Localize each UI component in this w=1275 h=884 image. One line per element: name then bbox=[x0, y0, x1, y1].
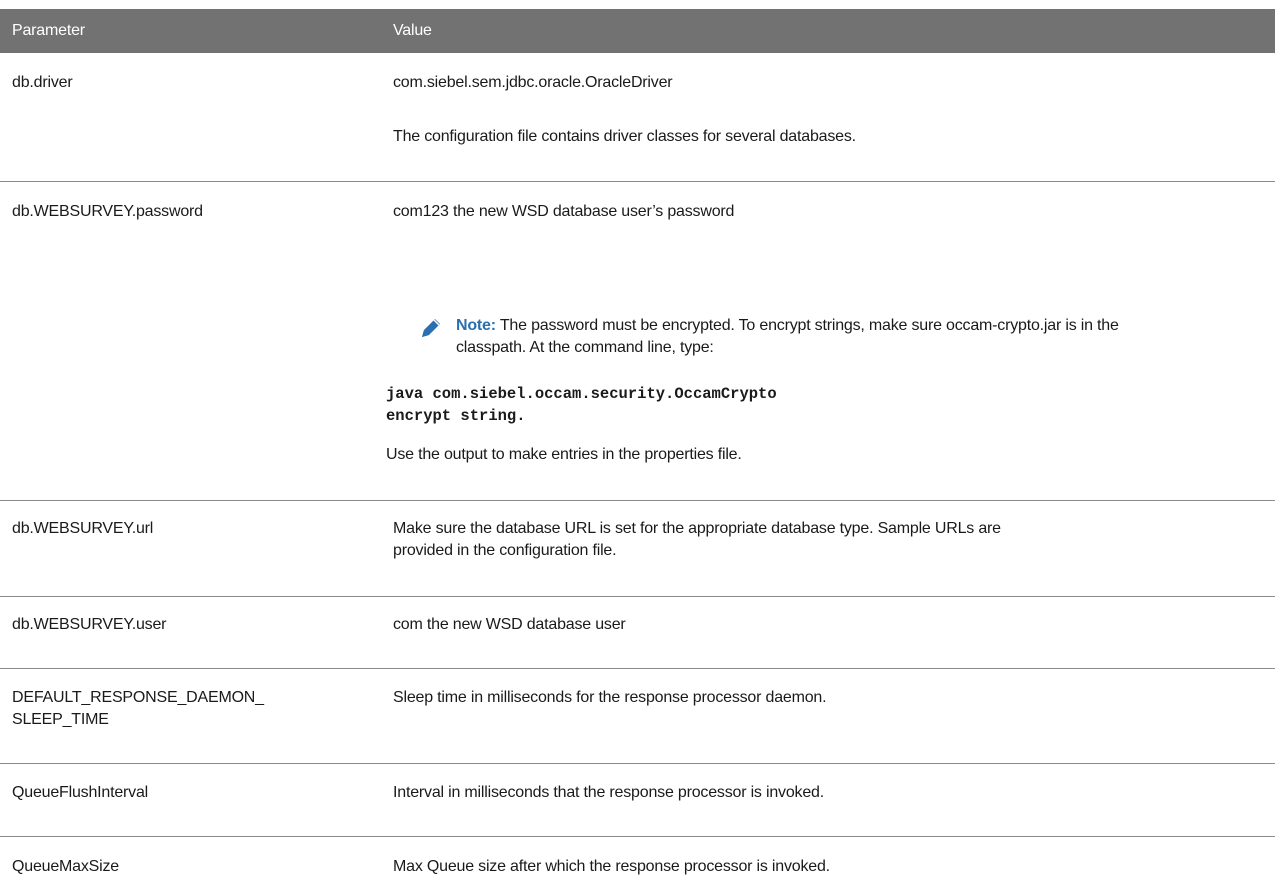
value-line: com123 the new WSD database user’s passw… bbox=[393, 203, 735, 220]
value-line: com the new WSD database user bbox=[393, 616, 626, 633]
value-line: The configuration file contains driver c… bbox=[393, 128, 856, 145]
param-db-websurvey-user: db.WEBSURVEY.user bbox=[12, 616, 167, 633]
code-line: java com.siebel.occam.security.OccamCryp… bbox=[386, 385, 777, 403]
row-divider bbox=[0, 181, 1275, 182]
param-queue-flush-interval: QueueFlushInterval bbox=[12, 784, 149, 801]
param-db-websurvey-url: db.WEBSURVEY.url bbox=[12, 520, 154, 537]
value-line: Max Queue size after which the response … bbox=[393, 858, 830, 875]
code-line: encrypt string. bbox=[386, 407, 526, 425]
row-divider bbox=[0, 596, 1275, 597]
pencil-icon bbox=[418, 315, 444, 341]
value-line: com.siebel.sem.jdbc.oracle.OracleDriver bbox=[393, 74, 673, 91]
row-divider bbox=[0, 500, 1275, 501]
table-header: Parameter Value bbox=[0, 9, 1275, 53]
value-line: Make sure the database URL is set for th… bbox=[393, 520, 1001, 559]
note-label: Note: bbox=[456, 317, 496, 334]
value-line: Interval in milliseconds that the respon… bbox=[393, 784, 824, 801]
header-value: Value bbox=[393, 22, 432, 39]
param-queue-max-size: QueueMaxSize bbox=[12, 858, 119, 875]
note-body: The password must be encrypted. To encry… bbox=[456, 317, 1119, 356]
header-parameter: Parameter bbox=[12, 22, 85, 39]
row-divider bbox=[0, 836, 1275, 837]
row-divider bbox=[0, 668, 1275, 669]
row-divider bbox=[0, 763, 1275, 764]
param-default-response-daemon-sleep-time-line1: DEFAULT_RESPONSE_DAEMON_ bbox=[12, 689, 264, 706]
note-text: Note: The password must be encrypted. To… bbox=[456, 315, 1156, 359]
param-db-driver: db.driver bbox=[12, 74, 73, 91]
value-line: Sleep time in milliseconds for the respo… bbox=[393, 689, 827, 706]
param-default-response-daemon-sleep-time-line2: SLEEP_TIME bbox=[12, 711, 109, 728]
value-line: Use the output to make entries in the pr… bbox=[386, 446, 742, 463]
param-db-websurvey-password: db.WEBSURVEY.password bbox=[12, 203, 203, 220]
